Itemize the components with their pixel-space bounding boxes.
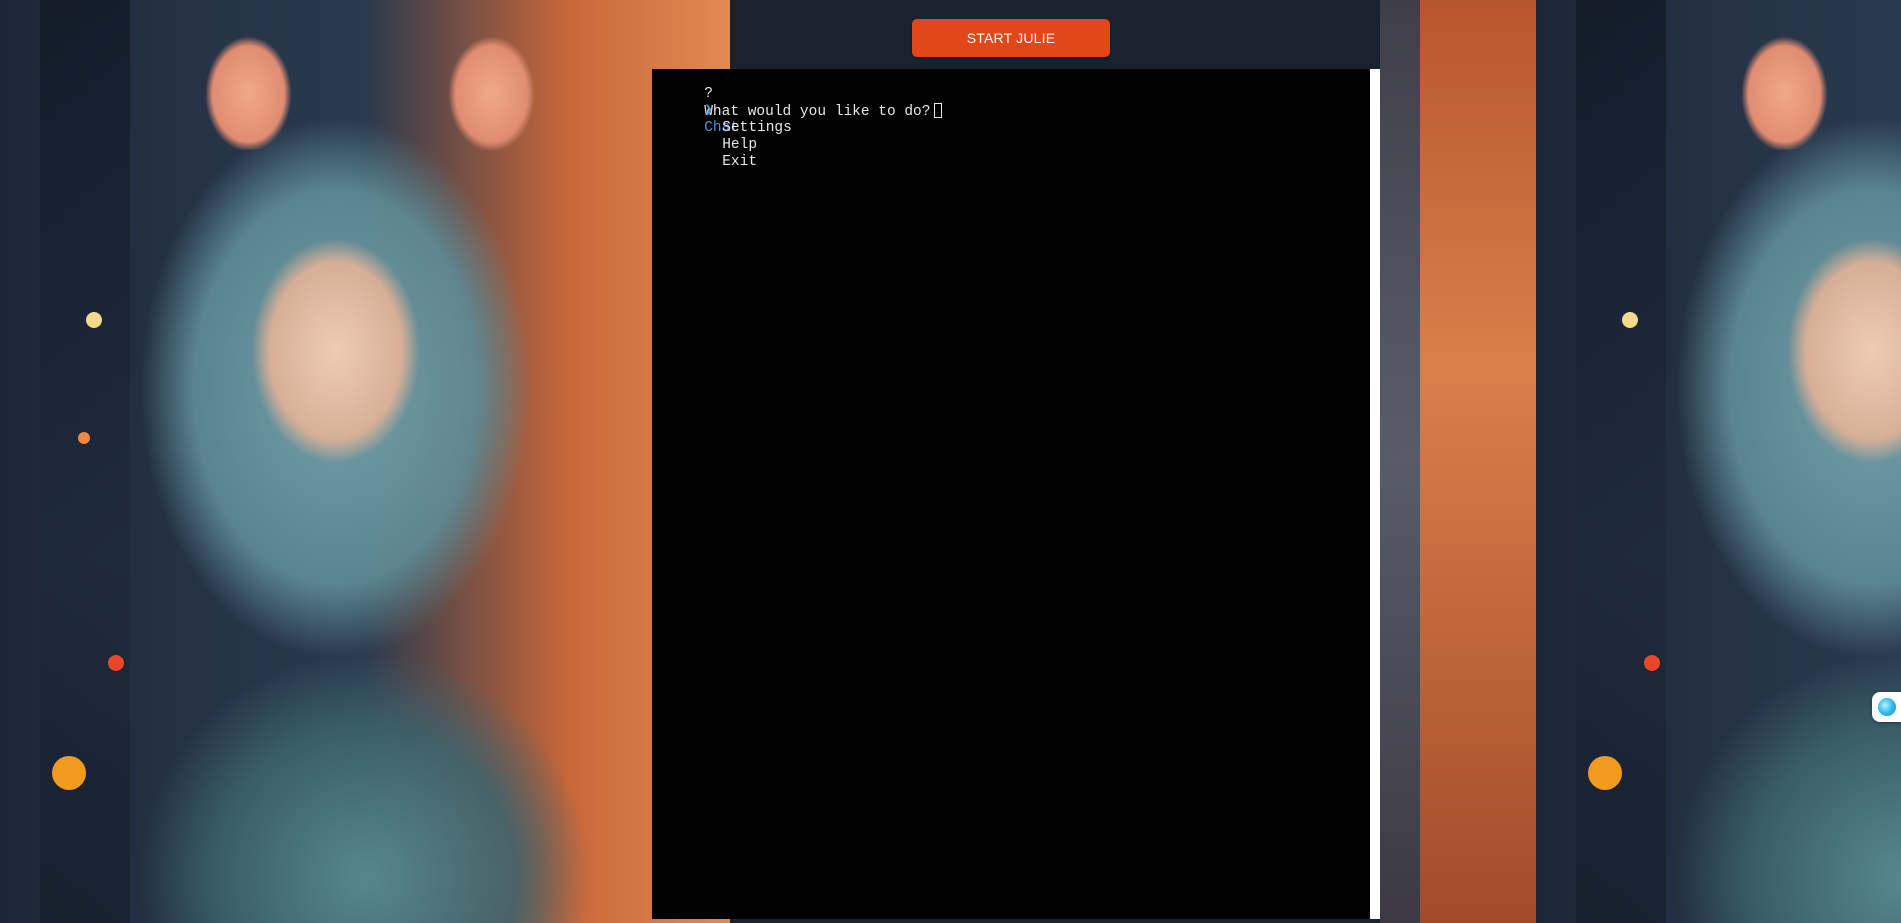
traffic-light-amber [1588, 756, 1622, 790]
traffic-light-red [108, 655, 124, 671]
page: START JULIE ? What would you like to do?… [0, 0, 1901, 923]
terminal-scrollbar[interactable] [1370, 69, 1380, 919]
window-light [78, 432, 90, 444]
text-cursor [934, 103, 943, 118]
background-artwork-right [1536, 0, 1901, 923]
traffic-light-amber [52, 756, 86, 790]
background-artwork-middle-hair [1380, 0, 1420, 923]
assistant-widget-button[interactable] [1872, 692, 1901, 722]
traffic-light-red [1644, 655, 1660, 671]
street-lamp-light [86, 312, 102, 328]
street-lamp-light [1622, 312, 1638, 328]
start-julie-button[interactable]: START JULIE [912, 19, 1110, 57]
menu-item-exit[interactable]: Exit [670, 137, 757, 188]
background-artwork-left [0, 0, 730, 923]
assistant-orb-icon [1878, 698, 1896, 716]
terminal-window[interactable]: ? What would you like to do? ❯ Chat Sett… [652, 69, 1380, 919]
menu-item-label[interactable]: Exit [722, 154, 757, 170]
